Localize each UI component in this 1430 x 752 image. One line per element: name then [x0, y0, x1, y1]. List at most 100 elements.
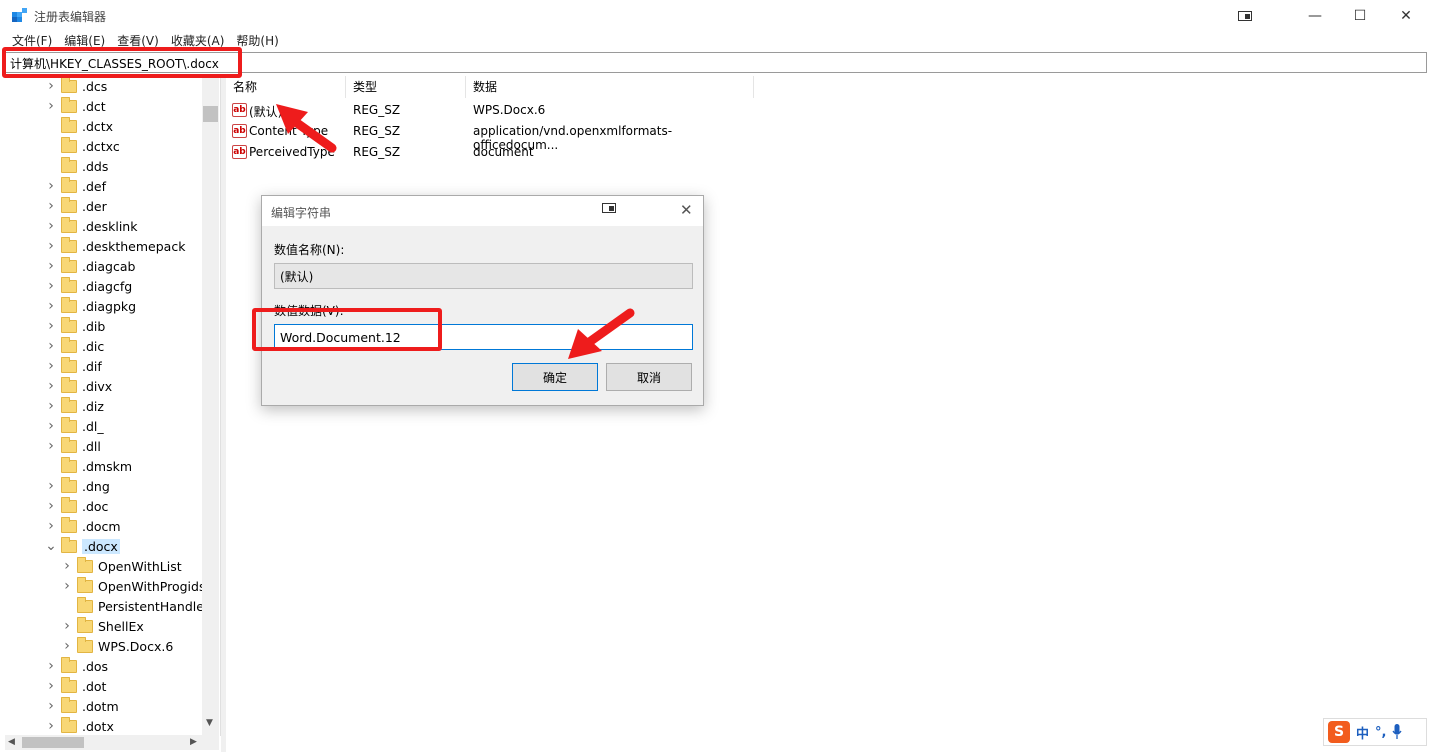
ime-punctuation[interactable]: °,	[1375, 725, 1386, 740]
tree-item[interactable]: .dctxc	[45, 136, 120, 156]
tree-item[interactable]: › .doc	[45, 496, 108, 516]
tree-item[interactable]: .dctx	[45, 116, 113, 136]
chevron-right-icon[interactable]: ›	[45, 438, 57, 454]
chevron-right-icon[interactable]: ›	[45, 698, 57, 714]
chevron-right-icon[interactable]: ›	[45, 338, 57, 354]
tree-item[interactable]: › .dng	[45, 476, 110, 496]
tree-item[interactable]: › .dct	[45, 96, 106, 116]
tree-item[interactable]: › .dos	[45, 656, 108, 676]
chevron-right-icon[interactable]: ›	[45, 198, 57, 214]
chevron-right-icon[interactable]: ›	[61, 618, 73, 634]
column-header-name[interactable]: 名称	[226, 76, 346, 98]
ime-status-bar[interactable]: S 中 °,	[1323, 718, 1427, 746]
registry-key-tree[interactable]: › .dcs › .dct .dctx .dctxc .dds › .def › .der › .des…	[5, 76, 221, 736]
chevron-right-icon[interactable]: ›	[45, 278, 57, 294]
cancel-button[interactable]: 取消	[606, 363, 692, 391]
chevron-right-icon[interactable]: ›	[45, 678, 57, 694]
chevron-right-icon[interactable]: ›	[45, 218, 57, 234]
tree-item[interactable]: › .dotx	[45, 716, 114, 736]
chevron-right-icon[interactable]: ›	[61, 558, 73, 574]
ok-button[interactable]: 确定	[512, 363, 598, 391]
minimize-button[interactable]: —	[1292, 0, 1338, 32]
dialog-title-bar[interactable]: 编辑字符串 ✕	[262, 196, 703, 226]
title-bar: 注册表编辑器 — ☐ ✕	[0, 0, 1430, 32]
chevron-right-icon[interactable]: ›	[61, 638, 73, 654]
annotation-box-value-data	[252, 308, 442, 351]
tree-item[interactable]: › OpenWithList	[61, 556, 182, 576]
tree-item[interactable]: › OpenWithProgids	[61, 576, 205, 596]
microphone-icon[interactable]	[1392, 724, 1403, 740]
tree-horizontal-scroll-thumb[interactable]	[22, 737, 84, 748]
chevron-right-icon[interactable]: ›	[45, 98, 57, 114]
snap-icon[interactable]	[1222, 0, 1268, 32]
folder-icon	[61, 436, 77, 453]
scroll-down-icon[interactable]: ▼	[206, 718, 213, 728]
tree-item[interactable]: › .dl_	[45, 416, 104, 436]
close-button[interactable]: ✕	[1383, 0, 1429, 32]
tree-vertical-scroll-thumb[interactable]	[203, 106, 218, 122]
chevron-right-icon[interactable]: ›	[45, 478, 57, 494]
folder-icon	[61, 256, 77, 273]
tree-item[interactable]: › .diz	[45, 396, 104, 416]
chevron-right-icon[interactable]: ›	[45, 398, 57, 414]
folder-icon	[61, 96, 77, 113]
tree-item[interactable]: › .diagpkg	[45, 296, 136, 316]
tree-item-label: .diagpkg	[82, 298, 137, 314]
tree-item[interactable]: › .dcs	[45, 76, 107, 96]
tree-item[interactable]: .dmskm	[45, 456, 132, 476]
value-name-field: (默认)	[274, 263, 693, 289]
tree-item[interactable]: › .divx	[45, 376, 112, 396]
chevron-right-icon[interactable]: ›	[45, 378, 57, 394]
chevron-right-icon[interactable]: ›	[45, 78, 57, 94]
tree-item[interactable]: › .dotm	[45, 696, 119, 716]
chevron-right-icon[interactable]: ›	[45, 518, 57, 534]
snap-icon[interactable]	[602, 202, 616, 216]
tree-item[interactable]: › ShellEx	[61, 616, 144, 636]
chevron-down-icon[interactable]: ⌄	[45, 538, 57, 554]
tree-item[interactable]: › .docm	[45, 516, 121, 536]
tree-item[interactable]: › .dic	[45, 336, 104, 356]
tree-item[interactable]: › .diagcab	[45, 256, 135, 276]
chevron-right-icon[interactable]: ›	[45, 358, 57, 374]
tree-item[interactable]: › .dot	[45, 676, 106, 696]
chevron-right-icon[interactable]: ›	[45, 238, 57, 254]
tree-item[interactable]: ⌄ .docx	[45, 536, 120, 556]
scroll-left-icon[interactable]: ◀	[8, 737, 15, 747]
chevron-right-icon[interactable]: ›	[45, 418, 57, 434]
close-icon[interactable]: ✕	[680, 201, 693, 219]
tree-item[interactable]: › .dll	[45, 436, 101, 456]
registry-values-list[interactable]	[226, 76, 1427, 752]
maximize-button[interactable]: ☐	[1337, 0, 1383, 32]
edit-string-dialog: 编辑字符串 ✕ 数值名称(N): (默认) 数值数据(V): 确定 取消	[261, 195, 704, 406]
tree-item[interactable]: › .desklink	[45, 216, 137, 236]
chevron-right-icon[interactable]: ›	[45, 258, 57, 274]
chevron-right-icon[interactable]: ›	[45, 318, 57, 334]
chevron-right-icon[interactable]: ›	[45, 498, 57, 514]
tree-vertical-scrollbar[interactable]	[202, 76, 219, 736]
tree-item-label: .dds	[82, 158, 109, 174]
chevron-right-icon[interactable]: ›	[45, 178, 57, 194]
tree-item[interactable]: › .diagcfg	[45, 276, 132, 296]
chevron-right-icon[interactable]: ›	[61, 578, 73, 594]
column-header-data[interactable]: 数据	[466, 76, 754, 98]
chevron-right-icon[interactable]: ›	[45, 298, 57, 314]
tree-item[interactable]: .dds	[45, 156, 108, 176]
tree-item[interactable]: › .def	[45, 176, 106, 196]
tree-item[interactable]: › .dif	[45, 356, 102, 376]
regedit-app-icon	[12, 8, 27, 22]
tree-item-label: .diz	[82, 398, 104, 414]
ime-mode[interactable]: 中	[1356, 723, 1369, 742]
tree-item[interactable]: › .deskthemepack	[45, 236, 185, 256]
column-header-type[interactable]: 类型	[346, 76, 466, 98]
tree-item-label: .dcs	[82, 78, 108, 94]
tree-item-label: .docx	[82, 538, 120, 554]
chevron-right-icon[interactable]: ›	[45, 658, 57, 674]
tree-item[interactable]: PersistentHandler	[61, 596, 209, 616]
folder-icon	[61, 376, 77, 393]
chevron-right-icon[interactable]: ›	[45, 718, 57, 734]
folder-icon	[61, 136, 77, 153]
tree-item[interactable]: › .dib	[45, 316, 105, 336]
tree-item[interactable]: › .der	[45, 196, 107, 216]
scroll-right-icon[interactable]: ▶	[190, 737, 197, 747]
tree-item[interactable]: › WPS.Docx.6	[61, 636, 173, 656]
